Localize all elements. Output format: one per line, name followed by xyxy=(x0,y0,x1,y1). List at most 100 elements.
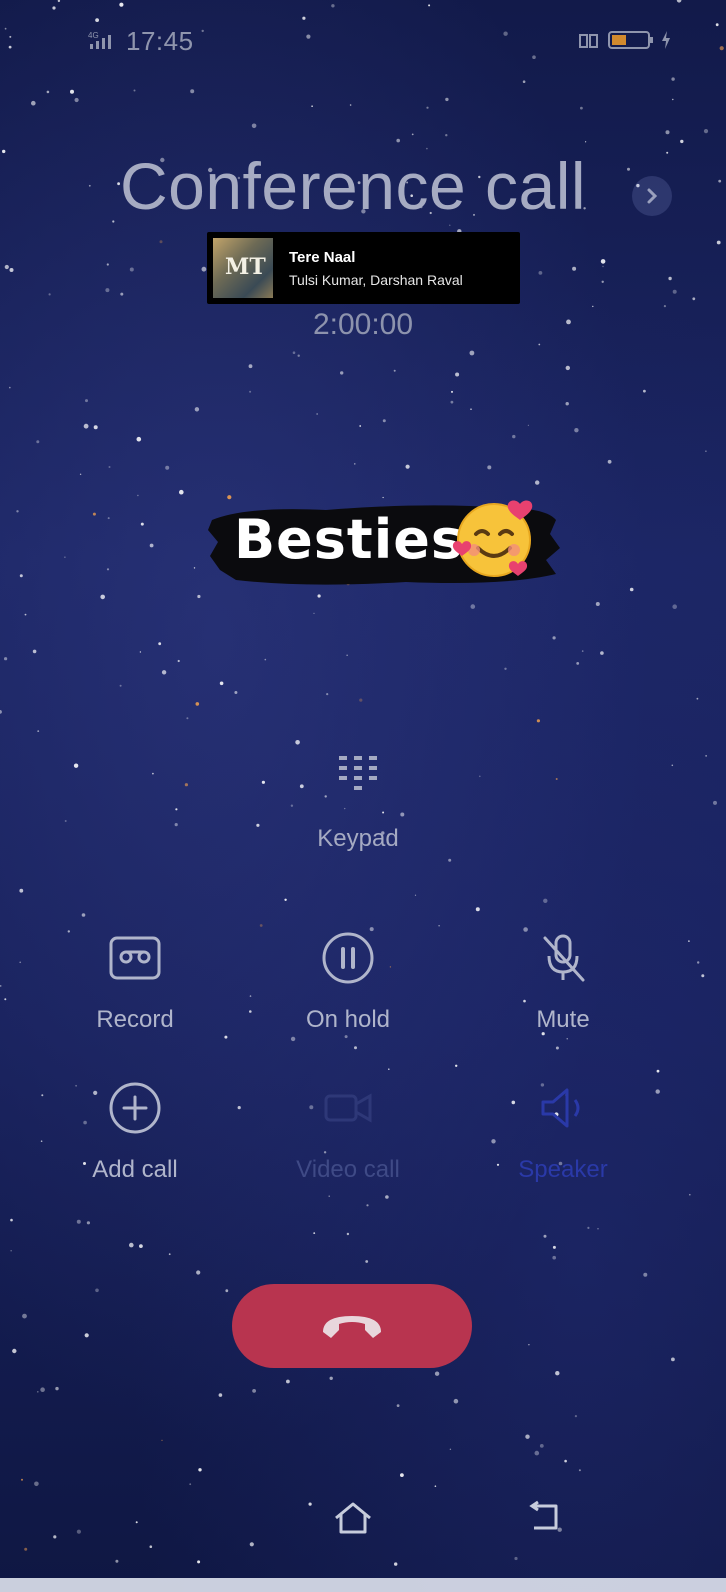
star xyxy=(539,1444,544,1448)
star xyxy=(470,604,476,609)
star xyxy=(261,780,265,784)
star xyxy=(284,898,287,901)
star xyxy=(643,1272,648,1277)
star xyxy=(536,719,541,723)
star xyxy=(592,305,594,308)
star xyxy=(564,1459,567,1463)
star xyxy=(366,1204,369,1207)
star xyxy=(504,667,507,670)
star xyxy=(16,510,19,513)
star xyxy=(534,1450,540,1456)
star xyxy=(543,898,548,903)
star xyxy=(70,89,74,94)
video-call-button[interactable]: Video call xyxy=(273,1080,423,1200)
star xyxy=(469,350,475,356)
star xyxy=(574,428,579,433)
star xyxy=(388,1068,390,1070)
star xyxy=(165,465,170,470)
song-artist: Tulsi Kumar, Darshan Raval xyxy=(289,271,463,288)
star xyxy=(74,97,79,103)
star xyxy=(286,1379,290,1384)
star xyxy=(140,522,144,526)
back-icon[interactable] xyxy=(526,1500,564,1534)
star xyxy=(672,289,677,294)
star xyxy=(400,1473,404,1477)
star xyxy=(135,1521,138,1524)
star xyxy=(396,138,401,143)
star xyxy=(133,89,136,92)
star xyxy=(177,659,180,663)
star xyxy=(475,907,480,912)
keypad-label: Keypad xyxy=(317,825,399,852)
pause-icon xyxy=(322,932,374,984)
star xyxy=(106,568,110,571)
network-speed-icon xyxy=(579,34,598,48)
star xyxy=(672,604,677,609)
star xyxy=(576,662,580,665)
star xyxy=(179,489,184,495)
chevron-right-icon[interactable] xyxy=(632,176,672,216)
star xyxy=(264,658,267,661)
star xyxy=(249,1542,254,1547)
album-art-mark: MT xyxy=(225,254,266,280)
star xyxy=(86,1221,90,1225)
star xyxy=(692,297,696,301)
star xyxy=(175,808,178,811)
star xyxy=(186,717,189,720)
star xyxy=(451,390,453,393)
star xyxy=(12,1348,17,1354)
star xyxy=(543,1234,547,1238)
hold-button[interactable]: On hold xyxy=(273,930,423,1050)
besties-text: Besties xyxy=(234,508,465,571)
star xyxy=(405,464,410,469)
star xyxy=(100,594,105,600)
star xyxy=(455,1064,458,1068)
mute-button[interactable]: Mute xyxy=(488,930,638,1050)
star xyxy=(40,1387,45,1392)
speaker-button[interactable]: Speaker xyxy=(488,1080,638,1200)
star xyxy=(394,1562,398,1566)
star xyxy=(514,1556,518,1561)
star xyxy=(195,702,200,706)
star xyxy=(326,693,329,696)
star xyxy=(528,1344,530,1346)
mute-label: Mute xyxy=(536,1006,590,1033)
star xyxy=(139,651,142,653)
music-overlay[interactable]: MT Tere Naal Tulsi Kumar, Darshan Raval xyxy=(207,232,520,304)
add-call-button[interactable]: Add call xyxy=(60,1080,210,1200)
star xyxy=(251,123,257,129)
star xyxy=(580,106,583,110)
star xyxy=(152,772,154,775)
star xyxy=(108,466,111,468)
status-bar: 4G 17:45 xyxy=(0,0,726,80)
star xyxy=(159,240,163,244)
star xyxy=(453,1398,459,1404)
star xyxy=(21,1478,23,1481)
end-call-button[interactable] xyxy=(232,1284,472,1368)
star xyxy=(572,266,577,271)
star xyxy=(696,697,699,700)
star xyxy=(601,280,604,283)
star xyxy=(24,1547,28,1551)
star xyxy=(34,1481,39,1487)
star xyxy=(234,691,238,694)
star xyxy=(158,642,162,646)
star xyxy=(129,267,134,272)
star xyxy=(4,998,7,1001)
star xyxy=(705,450,707,453)
star xyxy=(22,1313,27,1319)
star xyxy=(665,130,670,135)
record-button[interactable]: Record xyxy=(60,930,210,1050)
star xyxy=(139,1244,143,1248)
home-icon[interactable] xyxy=(332,1500,374,1536)
star xyxy=(184,783,188,787)
star xyxy=(671,764,674,767)
star xyxy=(703,129,709,134)
star xyxy=(512,434,516,439)
star xyxy=(41,1094,44,1097)
star xyxy=(329,1376,333,1381)
star xyxy=(149,543,154,548)
star xyxy=(555,1371,560,1376)
keypad-button[interactable]: Keypad xyxy=(303,752,413,862)
star xyxy=(655,1089,660,1094)
